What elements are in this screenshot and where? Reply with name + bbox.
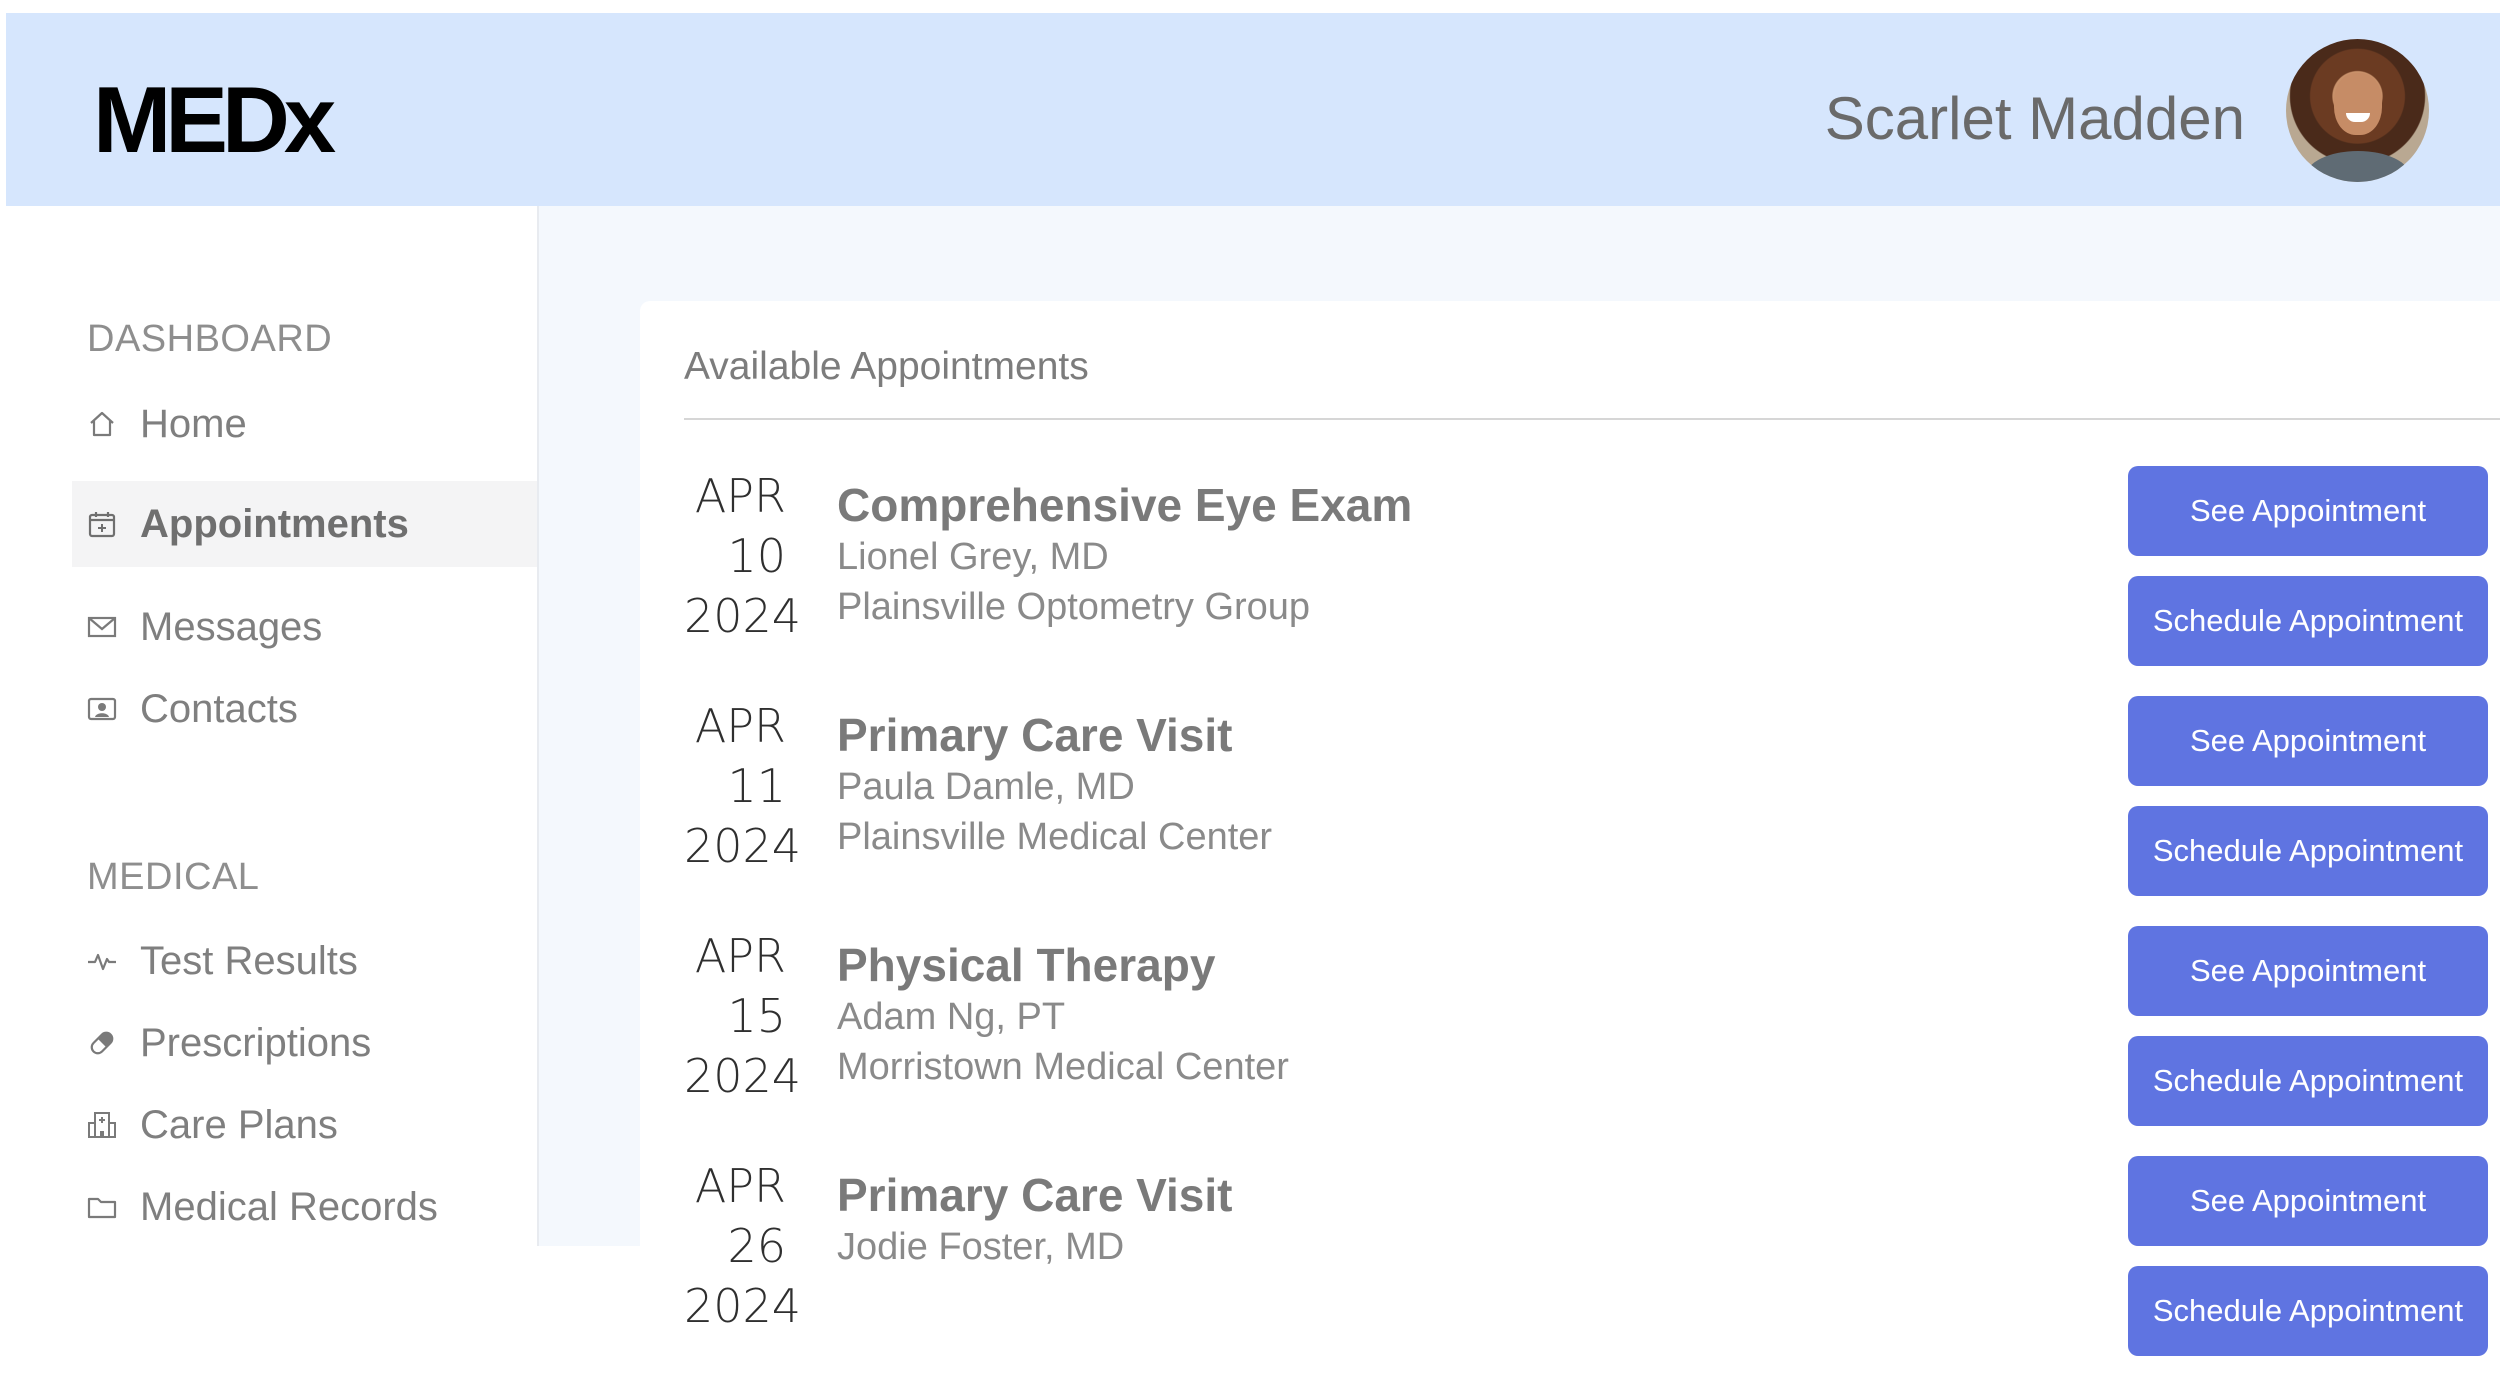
sidebar-item-label: Messages [140,604,323,649]
appointment-doctor: Jodie Foster, MD [837,1226,1125,1268]
home-icon [86,408,118,440]
appointment-row: APR 10 2024 Comprehensive Eye Exam Lione… [684,466,2500,696]
sidebar-item-label: Contacts [140,686,298,731]
hospital-icon [86,1109,118,1141]
sidebar-item-prescriptions[interactable]: Prescriptions [72,1000,537,1086]
contact-card-icon [86,693,118,725]
appointment-date: APR 26 2024 [684,1156,802,1336]
date-year: 2024 [684,1049,802,1103]
section-label-dashboard: DASHBOARD [87,318,333,360]
folder-icon [86,1191,118,1223]
see-appointment-button[interactable]: See Appointment [2128,466,2488,556]
pulse-icon [86,945,118,977]
calendar-plus-icon [86,508,118,540]
appointment-info: Comprehensive Eye Exam Lionel Grey, MD P… [837,478,1412,632]
appointment-row: APR 11 2024 Primary Care Visit Paula Dam… [684,696,2500,926]
section-label-medical: MEDICAL [87,856,260,898]
appointment-doctor: Lionel Grey, MD [837,536,1109,578]
sidebar-item-label: Home [140,401,247,446]
appointments-card: Available Appointments APR 10 2024 Compr… [640,301,2500,1356]
appointment-date: APR 15 2024 [684,926,802,1106]
top-header: MEDx Scarlet Madden [6,13,2500,206]
appointment-info: Primary Care Visit Paula Damle, MD Plain… [837,708,1272,862]
envelope-icon [86,611,118,643]
sidebar: DASHBOARD Home Appointments Messages Con… [0,206,539,1246]
appointment-title: Primary Care Visit [837,709,1233,761]
sidebar-item-label: Appointments [140,501,409,546]
sidebar-item-label: Medical Records [140,1184,438,1229]
appointment-location: Plainsville Optometry Group [837,586,1311,628]
date-day: 15 [727,989,786,1043]
see-appointment-button[interactable]: See Appointment [2128,926,2488,1016]
schedule-appointment-button[interactable]: Schedule Appointment [2128,1266,2488,1356]
sidebar-item-messages[interactable]: Messages [72,584,537,670]
date-month: APR [694,699,786,753]
date-year: 2024 [684,589,802,643]
sidebar-item-label: Test Results [140,938,358,983]
appointment-title: Primary Care Visit [837,1169,1233,1221]
schedule-appointment-button[interactable]: Schedule Appointment [2128,806,2488,896]
date-month: APR [694,469,786,523]
sidebar-item-label: Care Plans [140,1102,338,1147]
date-month: APR [694,929,786,983]
divider [684,418,2500,420]
avatar-face [2334,73,2382,135]
schedule-appointment-button[interactable]: Schedule Appointment [2128,576,2488,666]
logo[interactable]: MEDx [93,73,336,167]
appointment-title: Comprehensive Eye Exam [837,479,1413,531]
appointment-doctor: Paula Damle, MD [837,766,1135,808]
sidebar-item-home[interactable]: Home [72,381,537,467]
date-year: 2024 [684,819,802,873]
main-content: Available Appointments APR 10 2024 Compr… [539,206,2500,1356]
appointment-date: APR 10 2024 [684,466,802,646]
appointment-location: Morristown Medical Center [837,1046,1289,1088]
sidebar-item-care-plans[interactable]: Care Plans [72,1082,537,1168]
date-day: 26 [727,1219,786,1273]
see-appointment-button[interactable]: See Appointment [2128,1156,2488,1246]
appointment-date: APR 11 2024 [684,696,802,876]
card-title: Available Appointments [684,345,1089,388]
pill-icon [86,1027,118,1059]
appointment-info: Primary Care Visit Jodie Foster, MD [837,1168,1233,1272]
appointment-title: Physical Therapy [837,939,1216,991]
sidebar-item-medical-records[interactable]: Medical Records [72,1164,537,1250]
sidebar-item-label: Prescriptions [140,1020,372,1065]
user-name[interactable]: Scarlet Madden [1825,89,2245,149]
date-day: 11 [727,759,786,813]
appointment-location: Plainsville Medical Center [837,816,1273,858]
sidebar-item-test-results[interactable]: Test Results [72,918,537,1004]
appointment-row: APR 15 2024 Physical Therapy Adam Ng, PT… [684,926,2500,1156]
sidebar-item-appointments[interactable]: Appointments [72,481,537,567]
sidebar-item-contacts[interactable]: Contacts [72,666,537,752]
avatar[interactable] [2286,39,2429,182]
date-day: 10 [727,529,786,583]
avatar-shirt [2306,151,2410,182]
see-appointment-button[interactable]: See Appointment [2128,696,2488,786]
appointment-row: APR 26 2024 Primary Care Visit Jodie Fos… [684,1156,2500,1386]
appointment-info: Physical Therapy Adam Ng, PT Morristown … [837,938,1289,1092]
date-year: 2024 [684,1279,802,1333]
date-month: APR [694,1159,786,1213]
schedule-appointment-button[interactable]: Schedule Appointment [2128,1036,2488,1126]
appointment-doctor: Adam Ng, PT [837,996,1066,1038]
